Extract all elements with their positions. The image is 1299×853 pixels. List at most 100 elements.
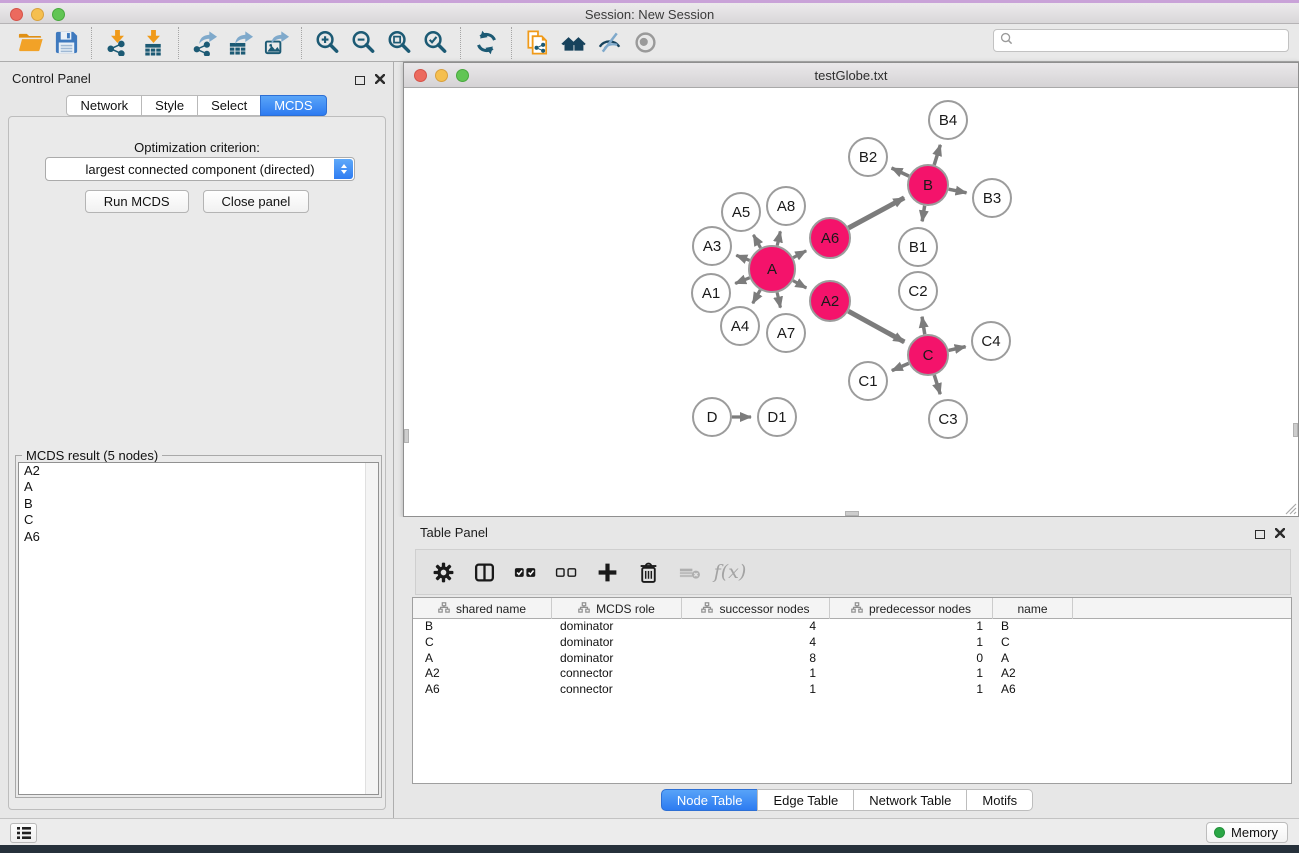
table-cell[interactable]: connector [552,666,682,682]
graph-edge-B-B2[interactable] [892,168,909,176]
zoom-selected-button[interactable] [417,27,453,59]
table-cell[interactable]: 1 [830,635,993,651]
table-row[interactable]: Cdominator41C [413,635,1291,651]
table-cell[interactable]: 1 [830,682,993,698]
export-network-button[interactable] [186,27,222,59]
horizontal-scroll-indicator[interactable] [845,511,859,516]
settings-button[interactable] [426,555,460,589]
graph-edge-A-A5[interactable] [753,235,760,248]
zoom-out-button[interactable] [345,27,381,59]
table-cell[interactable]: 0 [830,651,993,667]
graph-edge-A-A6[interactable] [793,251,806,258]
table-cell[interactable]: 4 [682,635,830,651]
graph-edge-A-A8[interactable] [777,231,780,245]
result-list-item[interactable]: C [19,512,378,528]
table-cell[interactable]: A2 [993,666,1073,682]
graph-edge-A6-B[interactable] [848,198,904,228]
close-panel-button[interactable]: Close panel [203,190,310,213]
add-column-button[interactable] [590,555,624,589]
graph-edge-B-B3[interactable] [949,189,967,193]
tab-node-table[interactable]: Node Table [661,789,759,811]
network-file-button[interactable] [519,27,555,59]
float-panel-icon[interactable] [355,76,365,85]
table-cell[interactable]: dominator [552,651,682,667]
table-close-panel-icon[interactable] [1275,525,1285,543]
tab-edge-table[interactable]: Edge Table [757,789,854,811]
table-cell[interactable]: 1 [830,666,993,682]
table-row[interactable]: Adominator80A [413,651,1291,667]
table-row[interactable]: Bdominator41B [413,619,1291,635]
table-row[interactable]: A2connector11A2 [413,666,1291,682]
deselect-all-button[interactable] [549,555,583,589]
table-cell[interactable]: 1 [682,682,830,698]
tab-network[interactable]: Network [66,95,142,116]
tab-motifs[interactable]: Motifs [966,789,1033,811]
tab-style[interactable]: Style [141,95,198,116]
table-cell[interactable]: A6 [413,682,552,698]
birdseye-button[interactable] [627,27,663,59]
column-header-MCDS-role[interactable]: MCDS role [552,598,682,619]
result-list-item[interactable]: A2 [19,463,378,479]
task-history-button[interactable] [10,823,37,843]
import-table-button[interactable] [135,27,171,59]
graph-edge-A2-C[interactable] [848,311,904,342]
table-cell[interactable]: B [993,619,1073,635]
table-cell[interactable]: B [413,619,552,635]
table-cell[interactable]: connector [552,682,682,698]
close-panel-icon[interactable] [375,71,385,89]
graph-edge-C-C3[interactable] [934,375,940,394]
vertical-scroll-indicator[interactable] [404,429,409,443]
result-list-item[interactable]: A [19,479,378,495]
table-cell[interactable]: A [993,651,1073,667]
open-session-button[interactable] [12,27,48,59]
graph-edge-B-B4[interactable] [934,145,940,165]
result-list-item[interactable]: B [19,496,378,512]
graph-edge-C-C2[interactable] [922,317,925,335]
memory-button[interactable]: Memory [1206,822,1288,843]
network-canvas[interactable]: B4B2BB3A5A8A6B1A3AC2A1A2A4A7C4CC1C3DD1 [404,88,1298,516]
table-cell[interactable]: 1 [682,666,830,682]
table-cell[interactable]: dominator [552,635,682,651]
select-all-button[interactable] [508,555,542,589]
zoom-fit-button[interactable] [381,27,417,59]
graph-edge-B-B1[interactable] [922,206,925,222]
table-cell[interactable]: C [413,635,552,651]
columns-button[interactable] [467,555,501,589]
tab-mcds[interactable]: MCDS [260,95,326,116]
graph-edge-A-A2[interactable] [793,281,806,288]
table-cell[interactable]: A2 [413,666,552,682]
zoom-in-button[interactable] [309,27,345,59]
graph-edge-A-A7[interactable] [777,292,780,307]
export-table-button[interactable] [222,27,258,59]
table-cell[interactable]: A [413,651,552,667]
column-header-successor-nodes[interactable]: successor nodes [682,598,830,619]
tab-network-table[interactable]: Network Table [853,789,967,811]
search-input[interactable] [1013,32,1288,50]
save-session-button[interactable] [48,27,84,59]
result-list-item[interactable]: A6 [19,529,378,545]
delete-column-button[interactable] [631,555,665,589]
resize-grip-icon[interactable] [1283,501,1297,515]
table-float-panel-icon[interactable] [1255,530,1265,539]
graph-edge-A-A3[interactable] [736,255,749,260]
export-image-button[interactable] [258,27,294,59]
column-header-name[interactable]: name [993,598,1073,619]
graph-edge-C-C1[interactable] [892,363,909,370]
search-field[interactable] [993,29,1289,52]
right-scroll-indicator[interactable] [1293,423,1298,437]
table-cell[interactable]: 1 [830,619,993,635]
run-mcds-button[interactable]: Run MCDS [85,190,189,213]
import-network-button[interactable] [99,27,135,59]
table-cell[interactable]: 8 [682,651,830,667]
table-cell[interactable]: A6 [993,682,1073,698]
table-row[interactable]: A6connector11A6 [413,682,1291,698]
column-header-predecessor-nodes[interactable]: predecessor nodes [830,598,993,619]
refresh-button[interactable] [468,27,504,59]
optimization-criterion-select[interactable]: largest connected component (directed) [45,157,355,181]
table-cell[interactable]: dominator [552,619,682,635]
hide-details-button[interactable] [591,27,627,59]
home-button[interactable] [555,27,591,59]
graph-edge-A-A4[interactable] [753,290,761,303]
result-scrollbar[interactable] [365,463,378,794]
table-cell[interactable]: 4 [682,619,830,635]
